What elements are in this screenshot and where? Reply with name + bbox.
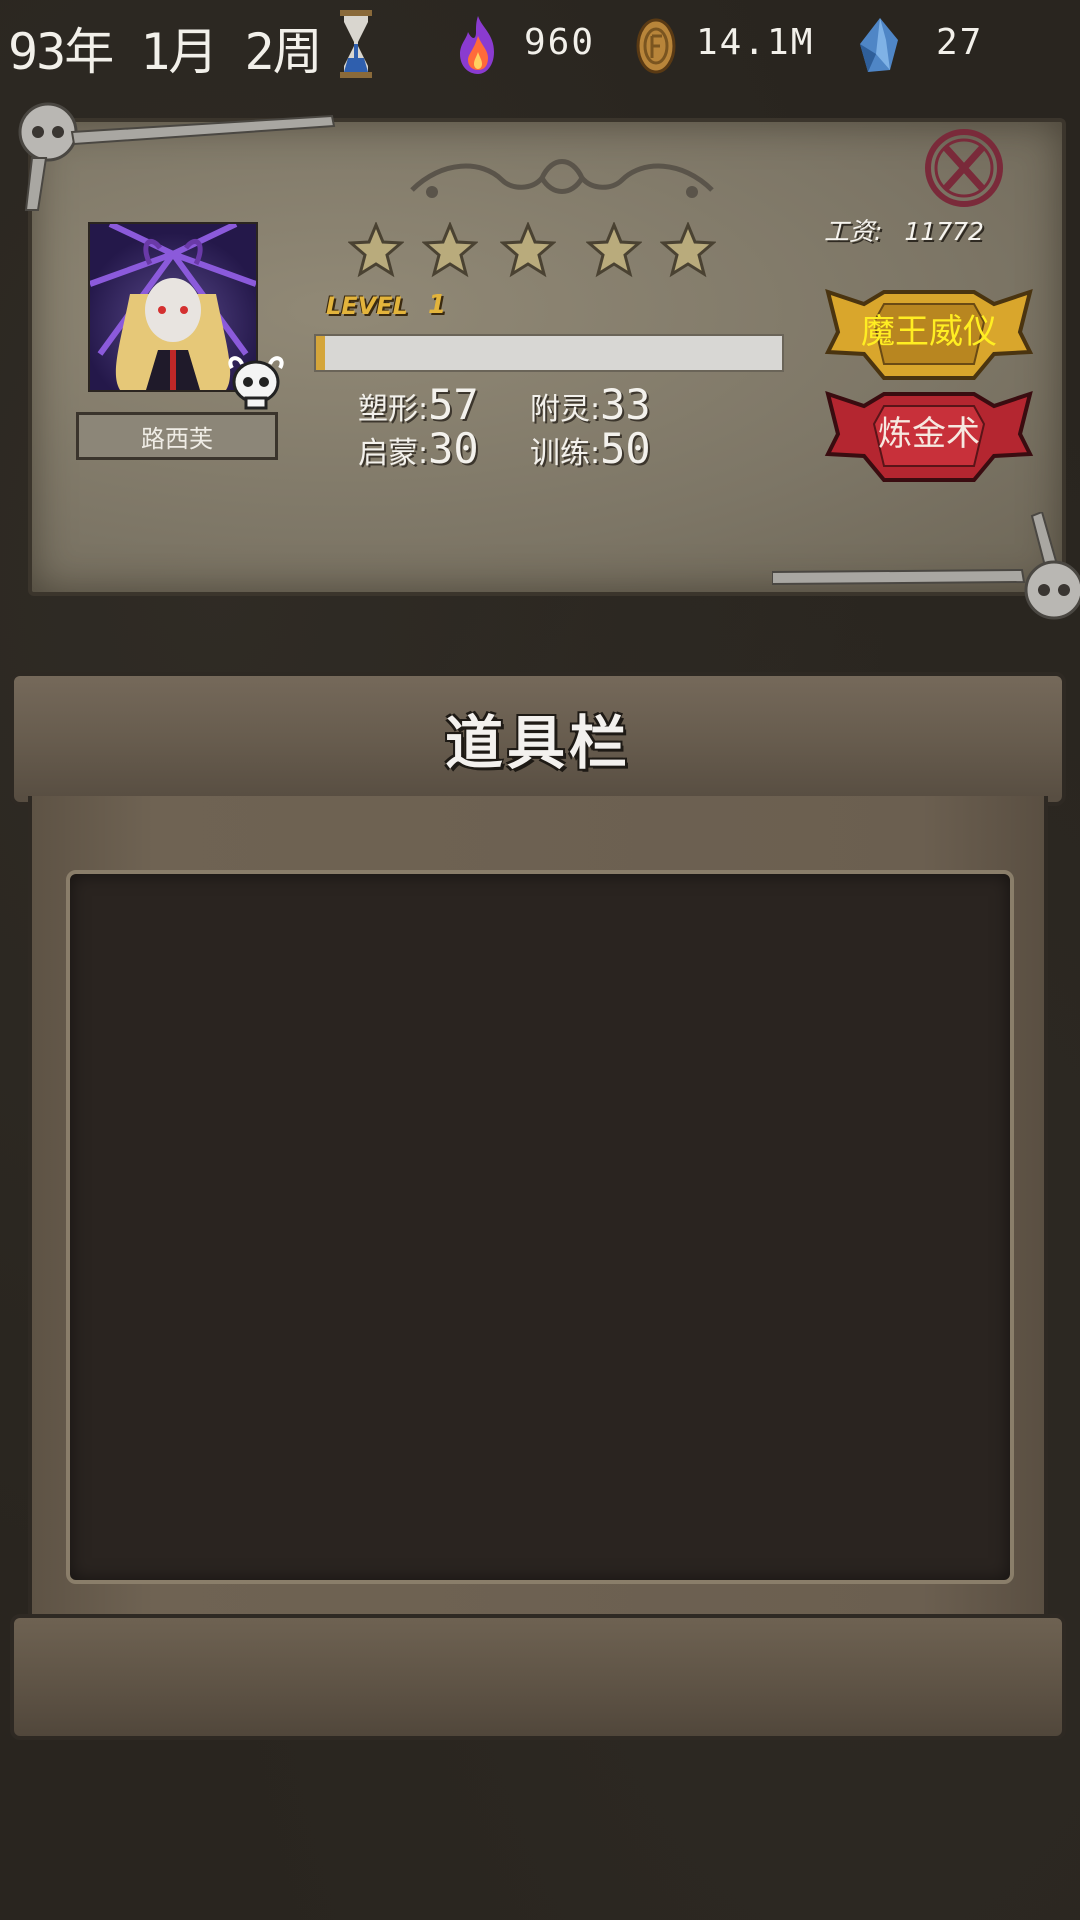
stat-value: 50 — [600, 424, 651, 473]
stat-label: 塑形: — [358, 392, 429, 427]
game-date: 93年 1月 2周 — [8, 23, 323, 81]
stat-training: 训练:50 — [530, 424, 651, 473]
star-icon — [500, 222, 556, 278]
hourglass-icon[interactable] — [338, 8, 374, 80]
salary: 工资: 11772 — [824, 212, 984, 248]
xp-bar-fill — [316, 336, 326, 370]
character-name: 路西芙 — [76, 412, 278, 460]
inventory-scroll-body — [28, 796, 1048, 1626]
stat-label: 附灵: — [530, 392, 601, 427]
majesty-button[interactable]: 魔王威仪 — [824, 282, 1034, 382]
level-label: LEVEL — [326, 292, 408, 320]
flame-icon — [460, 16, 494, 74]
stat-label: 训练: — [530, 436, 601, 471]
close-icon[interactable] — [922, 126, 1006, 210]
star-icon — [422, 222, 478, 278]
star-icon — [660, 222, 716, 278]
salary-value: 11772 — [904, 217, 984, 246]
stat-label: 启蒙: — [358, 436, 429, 471]
coin-icon — [636, 18, 676, 74]
star-icon — [348, 222, 404, 278]
majesty-button-label: 魔王威仪 — [861, 312, 997, 352]
bone-ornament-icon — [18, 102, 336, 211]
stat-value: 30 — [428, 424, 479, 473]
star-icon — [586, 222, 642, 278]
character-panel: 工资: 11772 路西芙 LEVEL 1 塑形:57 附灵:33 启蒙:30 … — [18, 102, 1080, 620]
salary-label: 工资: — [824, 217, 883, 246]
inventory-area[interactable] — [66, 870, 1014, 1584]
flame-value: 960 — [524, 22, 596, 63]
inventory-scroll-footer — [10, 1614, 1066, 1740]
stat-enlighten: 启蒙:30 — [358, 424, 479, 473]
top-status-bar: 93年 1月 2周 960 14.1M 27 — [0, 0, 1080, 90]
inventory-scroll-header: 道具栏 — [10, 672, 1066, 806]
crystal-value: 27 — [936, 22, 984, 63]
xp-bar — [314, 334, 784, 372]
coin-value: 14.1M — [696, 22, 815, 63]
alchemy-button[interactable]: 炼金术 — [824, 384, 1034, 484]
stat-value: 57 — [428, 380, 479, 429]
level-value: 1 — [428, 290, 447, 320]
inventory-title: 道具栏 — [444, 709, 631, 777]
stat-value: 33 — [600, 380, 651, 429]
crystal-icon — [860, 18, 898, 72]
bone-ornament-icon — [772, 512, 1080, 620]
flourish-ornament-icon — [410, 159, 714, 198]
alchemy-button-label: 炼金术 — [878, 414, 980, 454]
stat-shaping: 塑形:57 — [358, 380, 479, 429]
skull-badge-icon — [228, 356, 284, 410]
stat-enchant: 附灵:33 — [530, 380, 651, 429]
